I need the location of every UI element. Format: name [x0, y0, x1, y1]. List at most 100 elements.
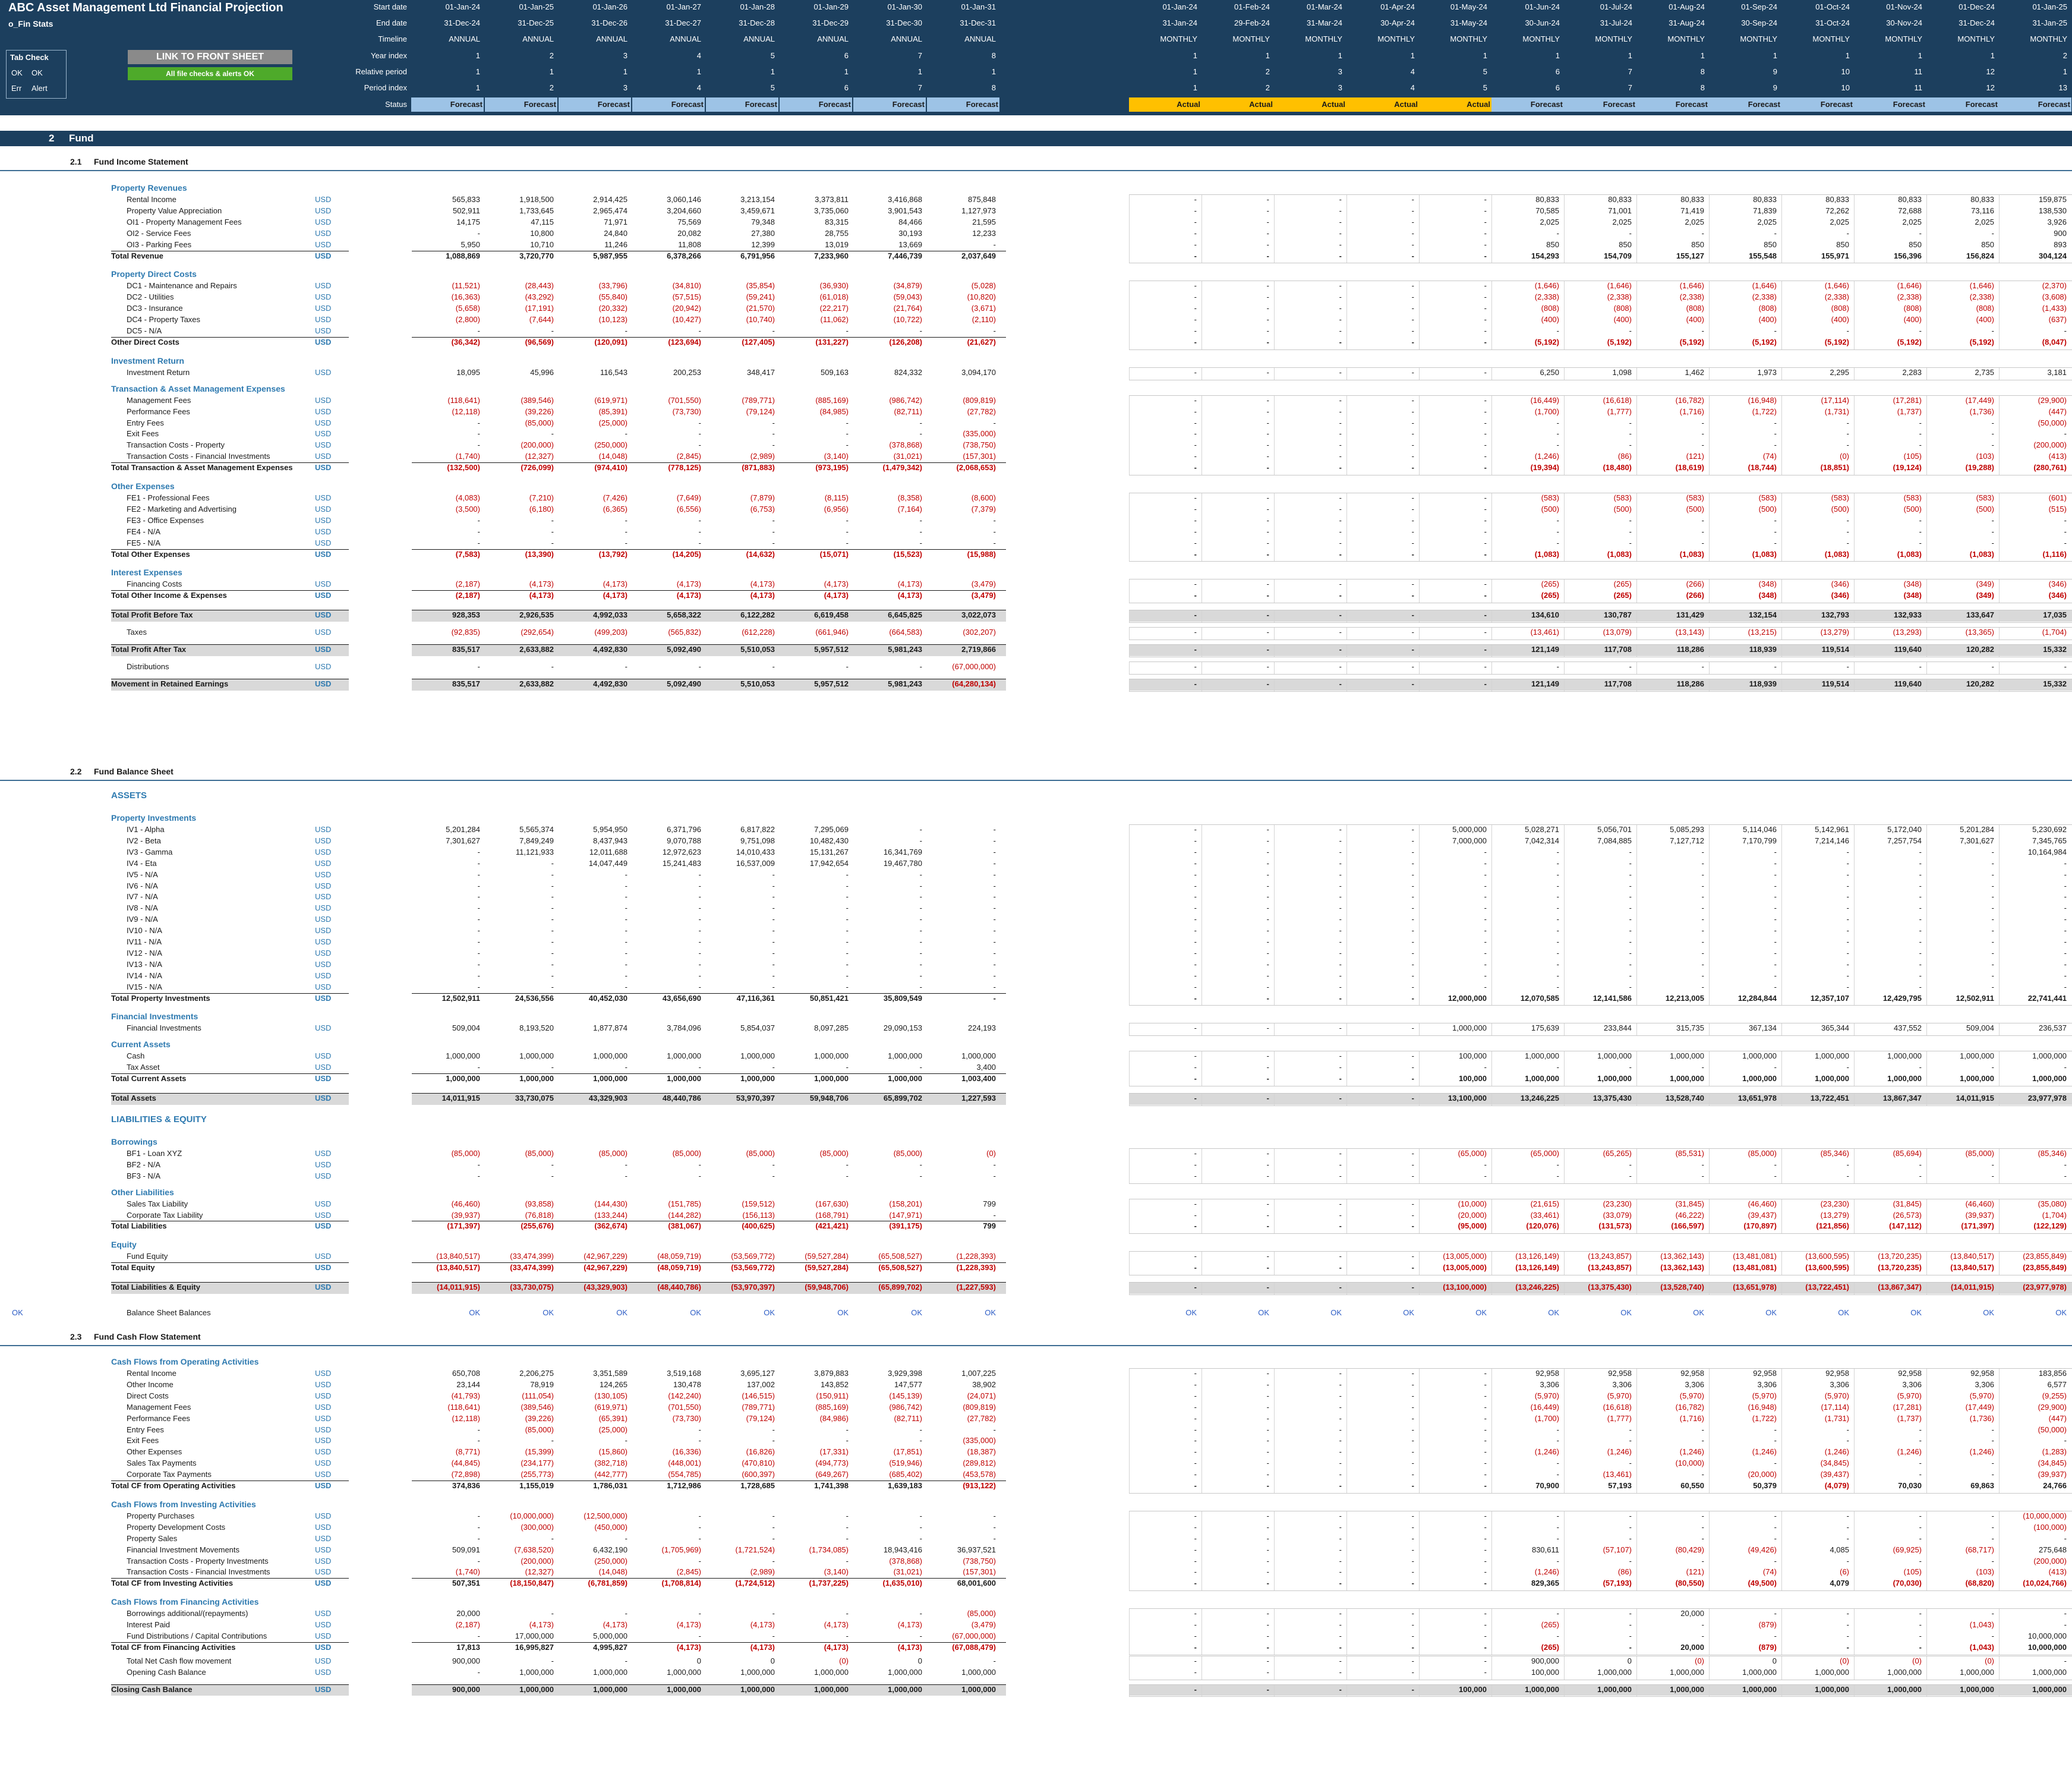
monthly-grid-block — [1129, 678, 2072, 692]
annual-value-cell: 3,373,811 — [815, 195, 849, 204]
balance-check-ok: OK — [1765, 1308, 1777, 1317]
annual-value-cell: 3,204,660 — [667, 206, 701, 215]
grid-line — [1636, 1511, 1637, 1591]
annual-value-cell: (4,173) — [750, 591, 775, 600]
subsection-rule — [0, 780, 2072, 781]
annual-value-cell: (885,169) — [815, 395, 849, 405]
grid-line — [1926, 195, 1927, 263]
grid-line — [1564, 281, 1565, 349]
annual-value-cell: (157,301) — [963, 452, 996, 461]
annual-value-cell: (1,227,593) — [956, 1283, 996, 1292]
annual-value-cell: 3,351,589 — [593, 1369, 627, 1378]
grid-line — [1926, 679, 1927, 691]
grid-line — [1129, 1051, 1130, 1086]
value-cell: - — [477, 948, 480, 957]
subsection-number: 2.2 — [70, 767, 82, 776]
annual-value-cell: (7,638,520) — [514, 1545, 554, 1554]
annual-value-cell: (1,740) — [455, 452, 480, 461]
currency-label: USD — [315, 195, 332, 204]
group-heading: Other Liabilities — [111, 1187, 174, 1197]
grid-line — [1709, 1283, 1710, 1294]
value-cell: - — [698, 959, 701, 969]
grid-line — [1709, 825, 1710, 1006]
annual-value-cell: 3,695,127 — [740, 1369, 775, 1378]
status-cell: Actual — [1129, 97, 1201, 112]
header-cell: 6 — [844, 83, 849, 92]
grid-line — [1999, 825, 2000, 1006]
header-cell: 3 — [623, 51, 627, 60]
currency-label: USD — [315, 645, 332, 654]
grid-line — [1274, 1051, 1275, 1086]
annual-value-cell: (1,721,524) — [735, 1545, 775, 1554]
grid-line — [1346, 1283, 1347, 1294]
annual-value-cell: - — [993, 836, 996, 845]
group-heading: Other Expenses — [111, 481, 175, 491]
annual-value-cell: 1,000,000 — [593, 1051, 627, 1061]
currency-label: USD — [315, 982, 332, 991]
grid-line — [1419, 1148, 1420, 1183]
total-row-label: Total Transaction & Asset Management Exp… — [111, 463, 292, 473]
balance-check-ok: OK — [1693, 1308, 1704, 1317]
header-cell: 1 — [1628, 51, 1632, 60]
currency-label: USD — [315, 206, 332, 215]
status-cell: Actual — [1346, 97, 1419, 112]
annual-value-cell: 19,467,780 — [883, 858, 922, 868]
monthly-grid-block — [1129, 627, 2072, 640]
currency-label: USD — [315, 326, 332, 335]
header-cell: 31-Dec-26 — [591, 18, 627, 27]
annual-value-cell: (156,113) — [742, 1210, 775, 1220]
currency-label: USD — [315, 1391, 332, 1400]
link-to-front-sheet-button[interactable]: LINK TO FRONT SHEET — [128, 50, 292, 64]
grid-line — [1346, 628, 1347, 640]
annual-value-cell: (12,118) — [452, 1413, 480, 1423]
annual-value-cell: (48,059,719) — [657, 1252, 701, 1261]
annual-value-cell: (335,000) — [963, 1436, 996, 1445]
annual-value-cell: 147,577 — [894, 1379, 922, 1389]
value-cell: - — [846, 1171, 849, 1180]
currency-label: USD — [315, 292, 332, 302]
annual-value-cell: 5,510,053 — [740, 679, 775, 688]
grid-line — [1346, 1656, 1347, 1680]
annual-value-cell: 5,565,374 — [519, 825, 554, 834]
annual-value-cell: 1,000,000 — [667, 1684, 701, 1694]
grid-line — [1781, 645, 1782, 657]
annual-value-cell: 5,981,243 — [888, 645, 922, 654]
grid-line — [1926, 579, 1927, 603]
annual-value-cell: (72,898) — [451, 1470, 480, 1479]
header-cell: 31-Oct-24 — [1815, 18, 1850, 27]
value-cell: - — [477, 892, 480, 902]
annual-value-cell: - — [772, 1063, 775, 1072]
annual-value-cell: (21,627) — [967, 337, 996, 347]
line-item-label: IV15 - N/A — [127, 982, 162, 991]
grid-line — [1636, 1684, 1637, 1697]
currency-label: USD — [315, 1631, 332, 1640]
total-rule — [111, 549, 349, 550]
monthly-grid-block — [1129, 1093, 2072, 1106]
grid-line — [1274, 610, 1275, 623]
grid-line — [1781, 1051, 1782, 1086]
annual-value-cell: (4,173) — [897, 591, 922, 600]
annual-value-cell: (96,569) — [525, 337, 554, 347]
currency-label: USD — [315, 418, 332, 427]
line-item-label: Exit Fees — [127, 429, 159, 439]
group-heading: Investment Return — [111, 355, 184, 366]
grid-line — [1564, 1252, 1565, 1275]
annual-value-cell: 83,315 — [825, 217, 849, 226]
currency-label: USD — [315, 251, 332, 260]
annual-value-cell: 16,341,769 — [883, 847, 922, 856]
value-cell: - — [477, 926, 480, 935]
currency-label: USD — [315, 1369, 332, 1378]
value-cell: - — [625, 1171, 627, 1180]
grid-line — [1346, 1609, 1347, 1655]
grid-line — [1854, 825, 1855, 1006]
header-cell: 1 — [1700, 51, 1705, 60]
annual-value-cell: 30,193 — [898, 228, 922, 238]
annual-value-cell: (21,570) — [746, 304, 775, 313]
grid-line — [1129, 1199, 1130, 1234]
grid-line — [1926, 610, 1927, 623]
line-item-label: Property Value Appreciation — [127, 206, 222, 215]
monthly-grid-block — [1129, 1251, 2072, 1276]
grid-line — [1201, 1369, 1202, 1493]
annual-value-cell: 38,902 — [972, 1379, 996, 1389]
header-cell: ANNUAL — [964, 34, 996, 43]
